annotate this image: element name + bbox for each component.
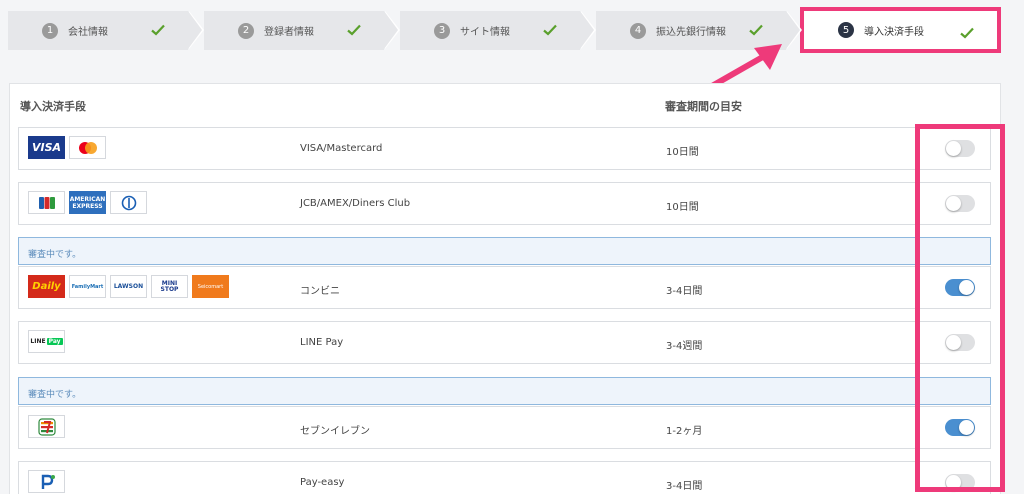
toggle-visa-mastercard[interactable] xyxy=(945,140,975,157)
line-pay-logo: LINE Pay xyxy=(28,330,65,353)
step-label: 会社情報 xyxy=(68,27,108,38)
step-payment-methods[interactable]: 5 導入決済手段 xyxy=(800,7,1001,53)
payment-name: VISA/Mastercard xyxy=(300,143,383,154)
step-registrant-info[interactable]: 2 登録者情報 xyxy=(204,11,400,50)
logo-group xyxy=(28,470,65,493)
lawson-logo: LAWSON xyxy=(110,275,147,298)
step-site-info[interactable]: 3 サイト情報 xyxy=(400,11,596,50)
familymart-logo: FamilyMart xyxy=(69,275,106,298)
payment-methods-card: 導入決済手段 審査期間の目安 VISA VISA/Mastercard 10日間… xyxy=(9,83,1001,494)
logo-group: AMERICAN EXPRESS xyxy=(28,191,147,214)
daily-yamazaki-logo: Daily xyxy=(28,275,65,298)
payment-row-seven-eleven: セブンイレブン 1-2ヶ月 xyxy=(18,406,991,449)
payment-name: コンビニ xyxy=(300,286,340,297)
7-eleven-icon xyxy=(28,415,65,438)
review-period: 10日間 xyxy=(666,147,699,158)
step-number: 4 xyxy=(630,22,646,39)
step-label: 登録者情報 xyxy=(264,27,314,38)
logo-group: VISA xyxy=(28,136,106,159)
step-number: 3 xyxy=(434,22,450,39)
column-header-period: 審査期間の目安 xyxy=(665,100,742,113)
check-icon xyxy=(347,24,361,36)
payment-name: Pay-easy xyxy=(300,477,345,488)
review-notice: 審査中です。 xyxy=(18,377,991,405)
step-label: 導入決済手段 xyxy=(864,26,924,38)
diners-icon xyxy=(110,191,147,214)
step-label: サイト情報 xyxy=(460,27,510,38)
toggle-line-pay[interactable] xyxy=(945,334,975,351)
seicomart-logo: Seicomart xyxy=(192,275,229,298)
step-number: 2 xyxy=(238,22,254,39)
check-icon xyxy=(543,24,557,36)
payment-row-convenience-store: Daily FamilyMart LAWSON MINI STOP Seicoma… xyxy=(18,266,991,309)
ministop-logo: MINI STOP xyxy=(151,275,188,298)
toggle-convenience-store[interactable] xyxy=(945,279,975,296)
step-number: 1 xyxy=(42,22,58,39)
stepper: 1 会社情報 2 登録者情報 3 サイト情報 4 振込先銀行情報 5 導入決済手… xyxy=(8,7,1008,53)
review-notice: 審査中です。 xyxy=(18,237,991,265)
mastercard-icon xyxy=(69,136,106,159)
payment-row-jcb-amex-diners: AMERICAN EXPRESS JCB/AMEX/Diners Club 10日… xyxy=(18,182,991,225)
payment-row-line-pay: LINE Pay LINE Pay 3-4週間 xyxy=(18,321,991,364)
logo-group: LINE Pay xyxy=(28,330,65,353)
toggle-pay-easy[interactable] xyxy=(945,474,975,491)
payment-name: LINE Pay xyxy=(300,337,344,348)
visa-logo: VISA xyxy=(28,136,65,159)
step-number: 5 xyxy=(838,22,854,38)
payment-name: JCB/AMEX/Diners Club xyxy=(300,198,411,209)
toggle-jcb-amex-diners[interactable] xyxy=(945,195,975,212)
step-company-info[interactable]: 1 会社情報 xyxy=(8,11,204,50)
payment-name: セブンイレブン xyxy=(300,426,370,437)
check-icon xyxy=(151,24,165,36)
review-period: 3-4週間 xyxy=(666,341,703,352)
jcb-icon xyxy=(28,191,65,214)
column-header-method: 導入決済手段 xyxy=(20,100,86,113)
amex-logo: AMERICAN EXPRESS xyxy=(69,191,106,214)
check-icon xyxy=(960,27,974,39)
payment-row-visa-mastercard: VISA VISA/Mastercard 10日間 xyxy=(18,127,991,170)
toggle-seven-eleven[interactable] xyxy=(945,419,975,436)
review-period: 3-4日間 xyxy=(666,481,703,492)
check-icon xyxy=(749,24,763,36)
step-label: 振込先銀行情報 xyxy=(656,27,726,38)
payeasy-icon xyxy=(28,470,65,493)
review-period: 1-2ヶ月 xyxy=(666,426,703,437)
payment-row-pay-easy: Pay-easy 3-4日間 xyxy=(18,461,991,494)
review-period: 3-4日間 xyxy=(666,286,703,297)
review-period: 10日間 xyxy=(666,202,699,213)
logo-group xyxy=(28,415,65,438)
logo-group: Daily FamilyMart LAWSON MINI STOP Seicoma… xyxy=(28,275,229,298)
